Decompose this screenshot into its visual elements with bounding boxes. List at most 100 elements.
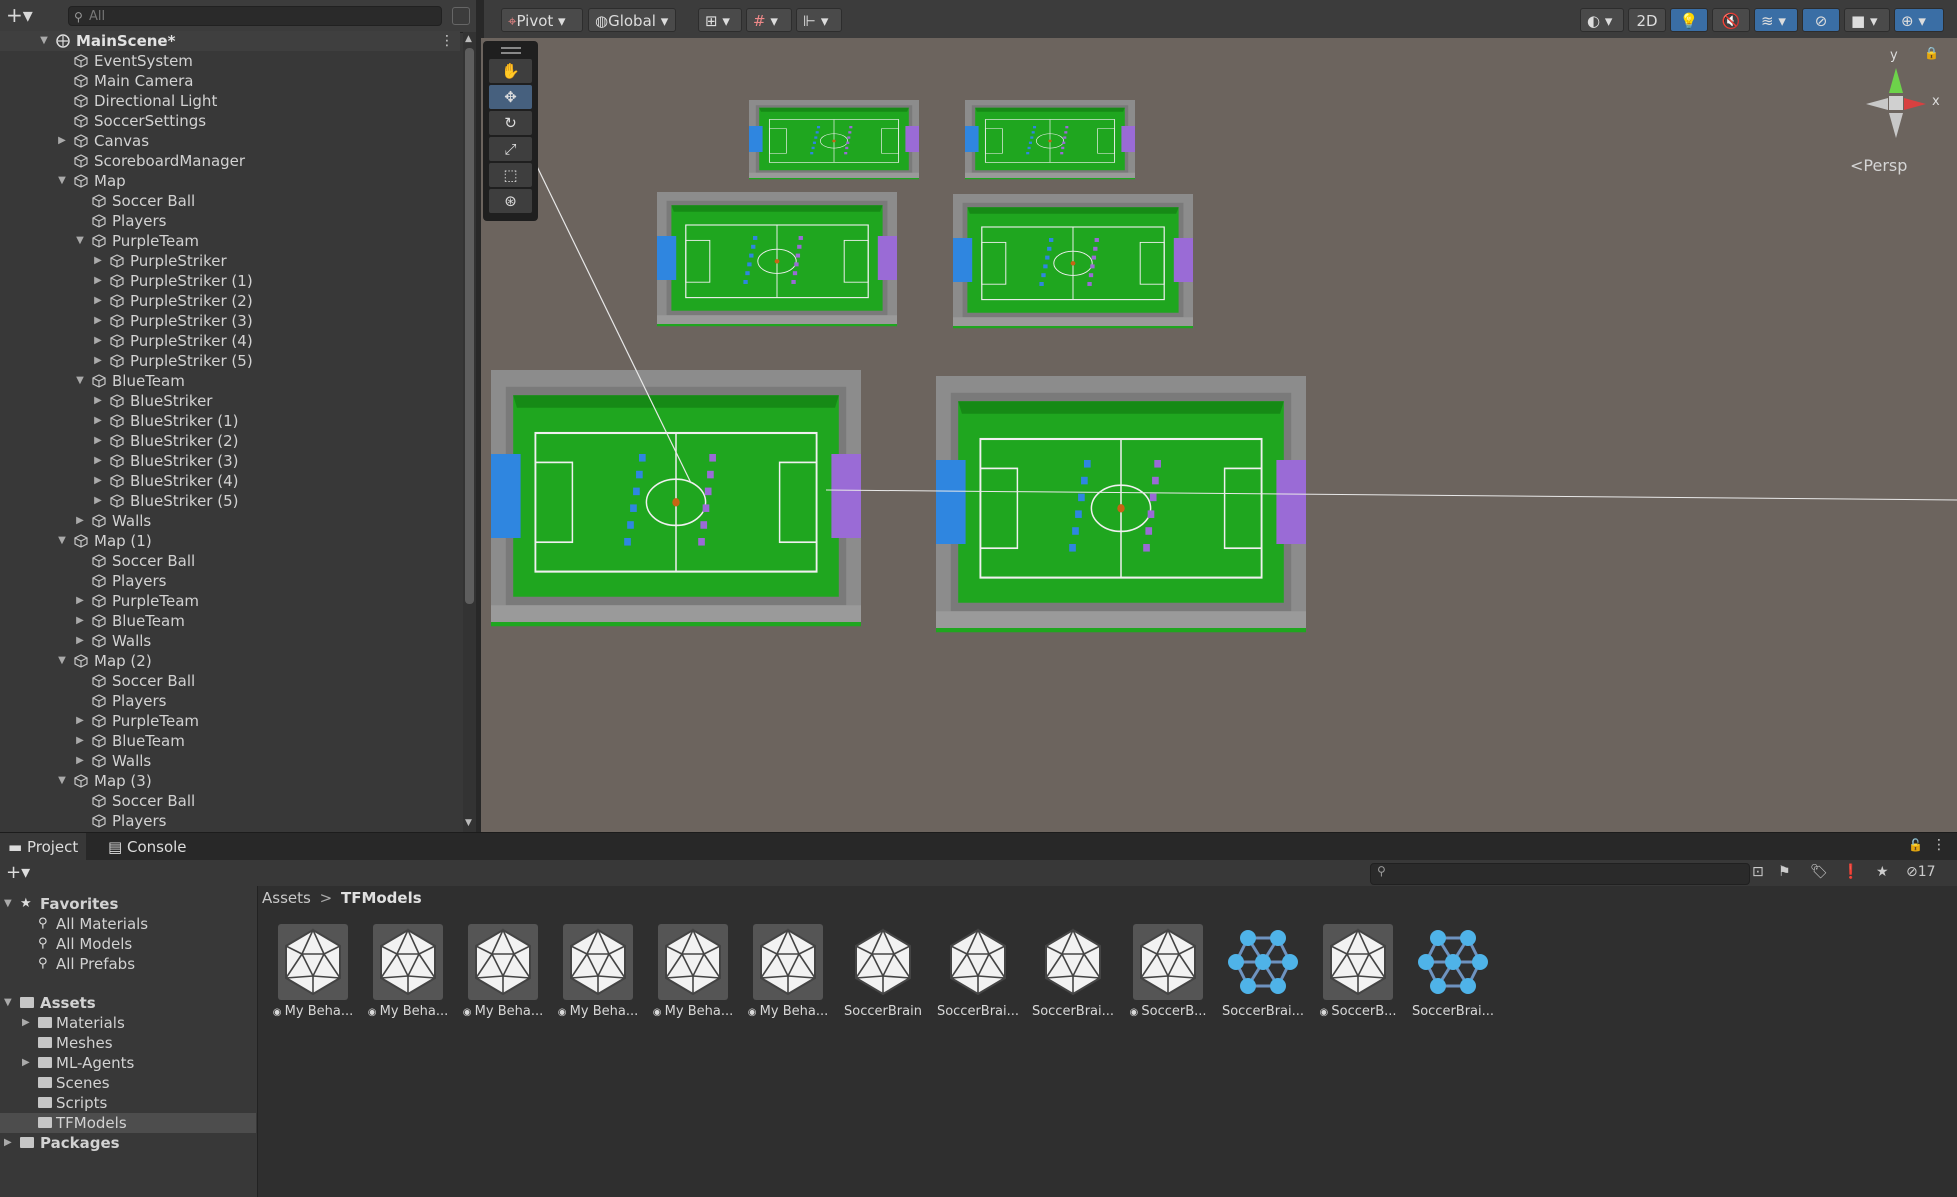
expand-down-icon[interactable]: ▼ <box>74 231 86 251</box>
asset-item[interactable]: SoccerBrai... <box>935 924 1021 1020</box>
favorites-item[interactable]: ⚲ All Materials <box>0 914 256 934</box>
expand-down-icon[interactable]: ▼ <box>56 531 68 551</box>
scene-root-row[interactable]: ▼ MainScene* <box>0 31 460 51</box>
expand-right-icon[interactable]: ▶ <box>56 131 68 151</box>
search-options-icon[interactable] <box>452 7 470 25</box>
label-filter-icon[interactable]: 🏷 <box>1810 864 1828 880</box>
expand-down-icon[interactable]: ▼ <box>56 771 68 791</box>
hierarchy-item[interactable]: ▶ BlueStriker <box>0 391 460 411</box>
projection-toggle[interactable]: <Persp <box>1850 156 1907 175</box>
transform-tool-button[interactable]: ⊛ <box>489 189 532 213</box>
expand-down-icon[interactable]: ▼ <box>4 894 12 914</box>
hierarchy-item[interactable]: ▶ BlueStriker (3) <box>0 451 460 471</box>
folder-scenes[interactable]: Scenes <box>0 1073 256 1093</box>
favorites-header[interactable]: ▼ ★ Favorites <box>0 894 256 914</box>
expand-down-icon[interactable]: ▼ <box>4 993 12 1013</box>
lock-icon[interactable]: 🔓 <box>1908 838 1923 852</box>
grid-toggle-button[interactable]: # ▾ <box>746 8 792 32</box>
expand-right-icon[interactable]: ▶ <box>92 271 104 291</box>
hierarchy-add-button[interactable]: +▾ <box>6 5 36 27</box>
expand-right-icon[interactable]: ▶ <box>92 351 104 371</box>
asset-item[interactable]: ◉ My Beha... <box>270 924 356 1020</box>
hierarchy-item[interactable]: ▶ PurpleTeam <box>0 711 460 731</box>
hierarchy-item[interactable]: ▶ BlueTeam <box>0 731 460 751</box>
hierarchy-item[interactable]: ▶ PurpleStriker <box>0 251 460 271</box>
expand-right-icon[interactable]: ▶ <box>92 431 104 451</box>
hierarchy-item[interactable]: ▶ Canvas <box>0 131 460 151</box>
increment-snap-button[interactable]: ⊩ ▾ <box>796 8 842 32</box>
scroll-up-icon[interactable]: ▲ <box>465 34 472 44</box>
filter-type-icon[interactable]: ⚑ <box>1778 864 1791 880</box>
create-asset-button[interactable]: +▾ <box>6 862 30 883</box>
alert-icon[interactable]: ❗ <box>1842 864 1859 880</box>
expand-right-icon[interactable]: ▶ <box>92 251 104 271</box>
expand-right-icon[interactable]: ▶ <box>92 331 104 351</box>
asset-item[interactable]: SoccerBrai... <box>1220 924 1306 1020</box>
expand-right-icon[interactable]: ▶ <box>92 471 104 491</box>
asset-item[interactable]: ◉ SoccerB... <box>1315 924 1401 1020</box>
hierarchy-item[interactable]: Players <box>0 211 460 231</box>
folder-ml-agents[interactable]: ▶ ML-Agents <box>0 1053 256 1073</box>
expand-right-icon[interactable]: ▶ <box>92 291 104 311</box>
hierarchy-item[interactable]: Soccer Ball <box>0 191 460 211</box>
hierarchy-item[interactable]: ▶ Walls <box>0 511 460 531</box>
hierarchy-item[interactable]: ▶ PurpleStriker (5) <box>0 351 460 371</box>
draw-mode-dropdown[interactable]: ◐ ▾ <box>1580 8 1624 32</box>
hierarchy-item[interactable]: ▶ PurpleTeam <box>0 591 460 611</box>
hierarchy-item[interactable]: ▼ Map <box>0 171 460 191</box>
expand-right-icon[interactable]: ▶ <box>74 711 86 731</box>
expand-down-icon[interactable]: ▼ <box>56 171 68 191</box>
hidden-packages-toggle[interactable]: ⊘17 <box>1906 864 1936 880</box>
search-by-type-icon[interactable]: ⊡ <box>1752 864 1764 880</box>
hierarchy-item[interactable]: ▶ BlueTeam <box>0 611 460 631</box>
favorites-item[interactable]: ⚲ All Prefabs <box>0 954 256 974</box>
expand-right-icon[interactable]: ▶ <box>4 1133 12 1153</box>
hierarchy-item[interactable]: Soccer Ball <box>0 551 460 571</box>
expand-right-icon[interactable]: ▶ <box>74 591 86 611</box>
expand-right-icon[interactable]: ▶ <box>74 631 86 651</box>
hierarchy-item[interactable]: Players <box>0 811 460 831</box>
asset-item[interactable]: ◉ SoccerB... <box>1125 924 1211 1020</box>
hierarchy-item[interactable]: Main Camera <box>0 71 460 91</box>
expand-right-icon[interactable]: ▶ <box>92 411 104 431</box>
hierarchy-item[interactable]: ▶ BlueStriker (4) <box>0 471 460 491</box>
breadcrumb-assets[interactable]: Assets <box>262 889 311 907</box>
gizmos-dropdown[interactable]: ⊕ ▾ <box>1894 8 1944 32</box>
folder-tfmodels[interactable]: TFModels <box>0 1113 256 1133</box>
hierarchy-item[interactable]: Players <box>0 691 460 711</box>
expand-down-icon[interactable]: ▼ <box>56 651 68 671</box>
hierarchy-scroll-thumb[interactable] <box>465 48 474 604</box>
hierarchy-item[interactable]: ▼ BlueTeam <box>0 371 460 391</box>
lighting-toggle-button[interactable]: 💡 <box>1670 8 1708 32</box>
asset-item[interactable]: ◉ My Beha... <box>555 924 641 1020</box>
drag-handle-icon[interactable] <box>501 47 521 54</box>
asset-item[interactable]: ◉ My Beha... <box>745 924 831 1020</box>
expand-right-icon[interactable]: ▶ <box>92 451 104 471</box>
expand-right-icon[interactable]: ▶ <box>92 391 104 411</box>
project-search-input[interactable]: ⚲ <box>1370 863 1750 885</box>
lock-icon[interactable]: 🔒 <box>1924 46 1939 60</box>
expand-right-icon[interactable]: ▶ <box>74 751 86 771</box>
hierarchy-item[interactable]: ▼ Map (3) <box>0 771 460 791</box>
asset-item[interactable]: ◉ My Beha... <box>365 924 451 1020</box>
favorites-item[interactable]: ⚲ All Models <box>0 934 256 954</box>
star-favorite-icon[interactable]: ★ <box>1876 864 1889 880</box>
audio-toggle-button[interactable]: 🔇 <box>1712 8 1750 32</box>
assets-root[interactable]: ▼ Assets <box>0 993 256 1013</box>
rect-tool-button[interactable]: ⬚ <box>489 163 532 187</box>
pivot-dropdown[interactable]: ⌖Pivot ▾ <box>501 8 583 32</box>
rotate-tool-button[interactable]: ↻ <box>489 111 532 135</box>
breadcrumb-tfmodels[interactable]: TFModels <box>341 889 422 907</box>
expand-right-icon[interactable]: ▶ <box>22 1013 30 1033</box>
hierarchy-item[interactable]: ▶ BlueStriker (2) <box>0 431 460 451</box>
hierarchy-item[interactable]: ▼ PurpleTeam <box>0 231 460 251</box>
grid-snap-button[interactable]: ⊞ ▾ <box>698 8 742 32</box>
scene-menu-icon[interactable]: ⋮ <box>440 32 454 50</box>
expand-right-icon[interactable]: ▶ <box>92 311 104 331</box>
hierarchy-item[interactable]: ▼ Map (1) <box>0 531 460 551</box>
packages-root[interactable]: ▶ Packages <box>0 1133 256 1153</box>
hierarchy-item[interactable]: Soccer Ball <box>0 791 460 811</box>
tab-console[interactable]: ▤ Console <box>100 833 195 861</box>
move-tool-button[interactable]: ✥ <box>489 85 532 109</box>
camera-dropdown[interactable]: ■ ▾ <box>1844 8 1890 32</box>
